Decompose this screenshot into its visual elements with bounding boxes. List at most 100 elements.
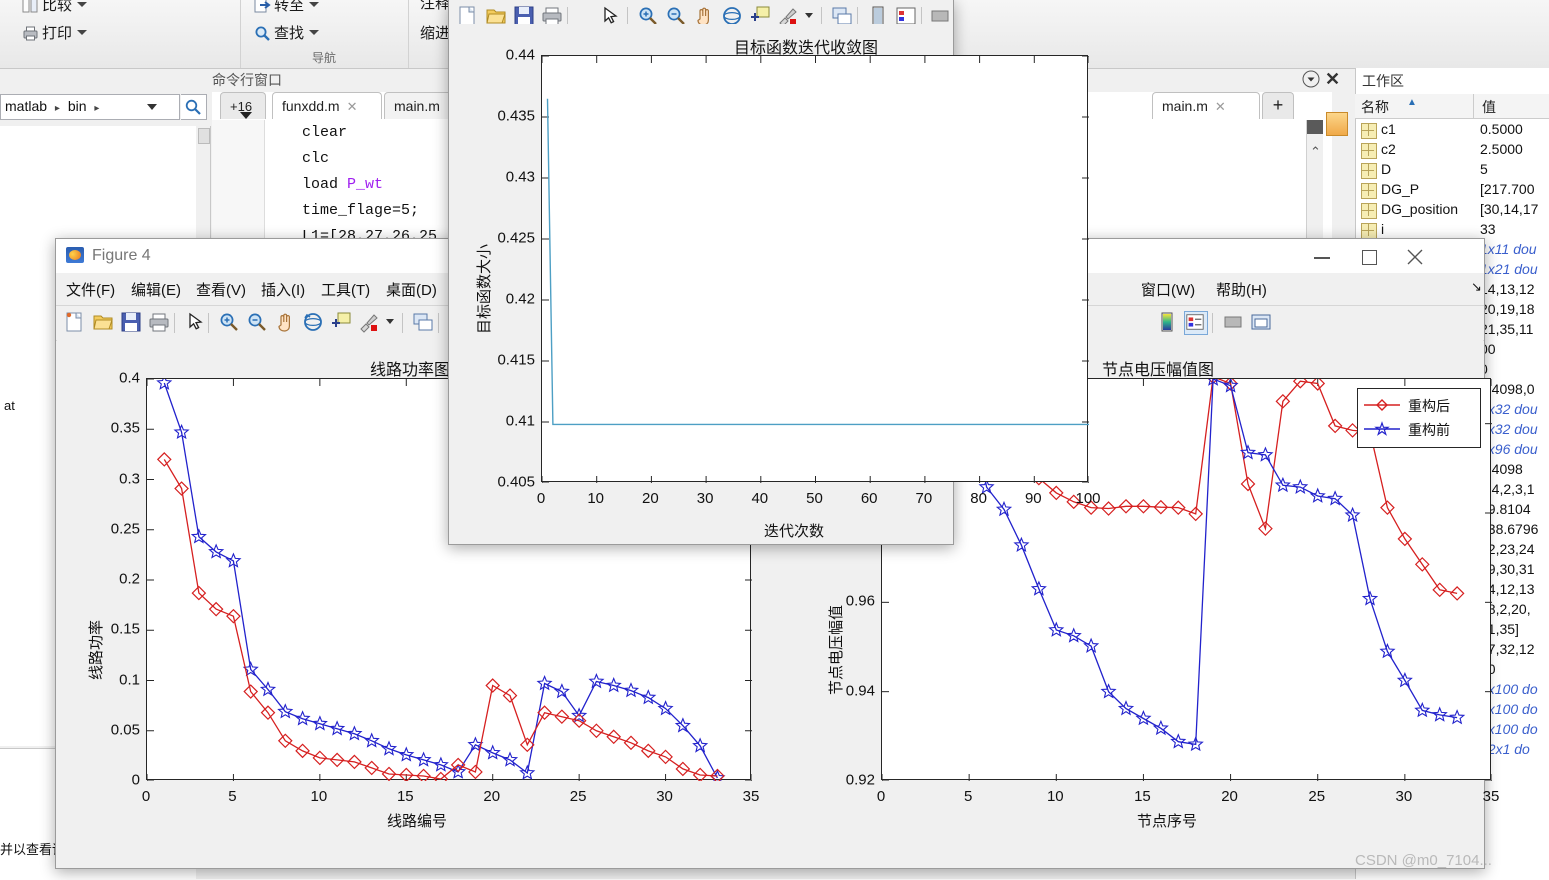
editor-gutter <box>212 120 265 252</box>
save-icon[interactable] <box>120 311 142 333</box>
ribbon-group-label-navigate: 导航 <box>311 51 336 65</box>
minimize-button[interactable] <box>1300 239 1346 273</box>
scrollbar-up-arrow[interactable] <box>198 128 210 144</box>
current-folder-path[interactable]: matlab ▸ bin ▸ <box>0 94 180 120</box>
workspace-row[interactable]: c1 0.5000 <box>1355 120 1549 140</box>
dock-icon[interactable]: ↘ <box>1471 279 1482 295</box>
tab-main-right[interactable]: main.m ✕ <box>1152 92 1260 119</box>
path-dropdown-icon[interactable] <box>147 104 157 110</box>
variable-value: 1x11 dou <box>1480 241 1537 257</box>
panel-close-icon[interactable]: ✕ <box>1325 69 1340 90</box>
maximize-button[interactable] <box>1346 239 1392 273</box>
zoom-in-icon[interactable] <box>218 311 240 333</box>
x-tick-label: 35 <box>1482 788 1500 805</box>
colorbar-icon[interactable] <box>1156 311 1178 333</box>
x-tick-label: 10 <box>1046 788 1064 805</box>
pan-hand-icon[interactable] <box>274 311 296 333</box>
workspace-table-header: 名称 ▲ 值 <box>1355 94 1549 119</box>
x-tick-label: 0 <box>876 788 886 805</box>
legend-node-voltage[interactable]: 重构后 重构前 <box>1357 388 1481 448</box>
y-tick-label: 0.44 <box>505 46 535 64</box>
brush-caret-icon[interactable] <box>386 319 394 324</box>
tab-overflow[interactable]: +16 <box>220 92 266 119</box>
path-segment-matlab[interactable]: matlab <box>5 98 47 114</box>
variable-value: [30,14,17 <box>1480 201 1539 217</box>
menu-tools[interactable]: 工具(T) <box>321 279 370 300</box>
menu-window[interactable]: 窗口(W) <box>1141 279 1195 300</box>
editor-vertical-scrollbar[interactable]: ⌃ <box>1306 120 1323 252</box>
print-caret-icon[interactable] <box>77 30 88 35</box>
column-divider[interactable] <box>1473 94 1474 118</box>
goto-button[interactable]: 转至 <box>254 0 320 15</box>
variable-value: [217.700 <box>1480 181 1535 197</box>
hide-plot-tools-icon[interactable] <box>1222 311 1244 333</box>
open-file-icon[interactable] <box>92 311 114 333</box>
tab-close-icon[interactable]: ✕ <box>347 99 358 114</box>
workspace-row[interactable]: D5 <box>1355 160 1549 180</box>
scroll-thumb[interactable] <box>1307 120 1323 134</box>
tab-new-button[interactable]: + <box>1262 92 1294 119</box>
find-caret-icon[interactable] <box>309 30 320 35</box>
menu-view[interactable]: 查看(V) <box>196 279 246 300</box>
x-tick-label: 20 <box>483 788 501 805</box>
compare-caret-icon[interactable] <box>77 2 88 7</box>
path-search-button[interactable] <box>181 94 207 120</box>
legend-toggle-icon[interactable] <box>1184 311 1208 335</box>
variable-name: D <box>1381 161 1392 177</box>
path-segment-bin[interactable]: bin <box>68 98 87 114</box>
brush-icon[interactable] <box>358 311 380 333</box>
figure-window-convergence[interactable]: 目标函数迭代收敛图 目标函数大小 迭代次数 0 10 20 30 40 50 60 70 80 9… <box>448 0 1101 545</box>
workspace-row[interactable]: DG_P [217.700 <box>1355 180 1549 200</box>
new-figure-icon[interactable] <box>64 311 86 333</box>
toolbar-separator-4 <box>438 313 439 333</box>
show-plot-tools-icon[interactable] <box>1250 311 1272 333</box>
column-header-name[interactable]: 名称 <box>1361 97 1389 117</box>
brush-caret-icon-conv[interactable] <box>805 13 813 18</box>
goto-caret-icon[interactable] <box>309 2 320 7</box>
rotate-3d-icon[interactable] <box>302 311 324 333</box>
goto-icon <box>254 0 271 14</box>
y-tick-label: 0.435 <box>497 107 535 125</box>
y-tick-label: 0 <box>131 771 140 789</box>
x-tick-label: 35 <box>742 788 760 805</box>
print-figure-icon[interactable] <box>148 311 170 333</box>
menu-file[interactable]: 文件(F) <box>66 279 115 300</box>
zoom-out-icon[interactable] <box>246 311 268 333</box>
workspace-row[interactable]: i 33 <box>1355 220 1549 240</box>
close-button[interactable] <box>1392 239 1438 273</box>
tab-funxdd[interactable]: funxdd.m ✕ <box>272 92 382 119</box>
workspace-row[interactable]: DG_position [30,14,17 <box>1355 200 1549 220</box>
tab-close-icon-right[interactable]: ✕ <box>1215 99 1226 114</box>
x-tick-label: 30 <box>1395 788 1413 805</box>
x-tick-label: 70 <box>915 490 933 507</box>
code-string-pwt: P_wt <box>347 176 384 193</box>
y-tick-label: 0.42 <box>505 290 535 308</box>
indent-button[interactable]: 缩进 <box>420 22 450 43</box>
y-tick-label: 0.15 <box>110 620 140 638</box>
variable-icon <box>1361 183 1377 199</box>
menu-desktop[interactable]: 桌面(D) <box>386 279 437 300</box>
workspace-row[interactable]: c2 2.5000 <box>1355 140 1549 160</box>
column-header-value[interactable]: 值 <box>1482 97 1496 117</box>
pointer-icon[interactable] <box>184 311 206 333</box>
ribbon-group-navigate: 转至 查找 导航 <box>240 0 409 68</box>
menu-insert[interactable]: 插入(I) <box>261 279 305 300</box>
compare-button[interactable]: 比较 <box>22 0 88 15</box>
find-button[interactable]: 查找 <box>254 22 320 43</box>
sort-ascending-icon[interactable]: ▲ <box>1407 97 1417 108</box>
print-button[interactable]: 打印 <box>22 22 88 43</box>
legend-label-after: 重构后 <box>1408 398 1450 414</box>
panel-dropdown-icon[interactable] <box>1302 70 1320 92</box>
x-tick-label: 30 <box>656 788 673 805</box>
search-icon <box>254 25 271 42</box>
ylabel-convergence: 目标函数大小 <box>476 243 493 334</box>
scroll-up-arrow-icon[interactable]: ⌃ <box>1310 144 1321 160</box>
file-list-item[interactable]: at <box>4 398 15 413</box>
data-cursor-icon[interactable] <box>330 311 352 333</box>
menu-edit[interactable]: 编辑(E) <box>131 279 181 300</box>
menu-help[interactable]: 帮助(H) <box>1216 279 1267 300</box>
link-plot-icon[interactable] <box>412 311 434 333</box>
tab-overflow-caret-icon[interactable] <box>240 112 252 119</box>
x-tick-label: 15 <box>396 788 414 805</box>
comment-button[interactable]: 注释 <box>420 0 450 13</box>
